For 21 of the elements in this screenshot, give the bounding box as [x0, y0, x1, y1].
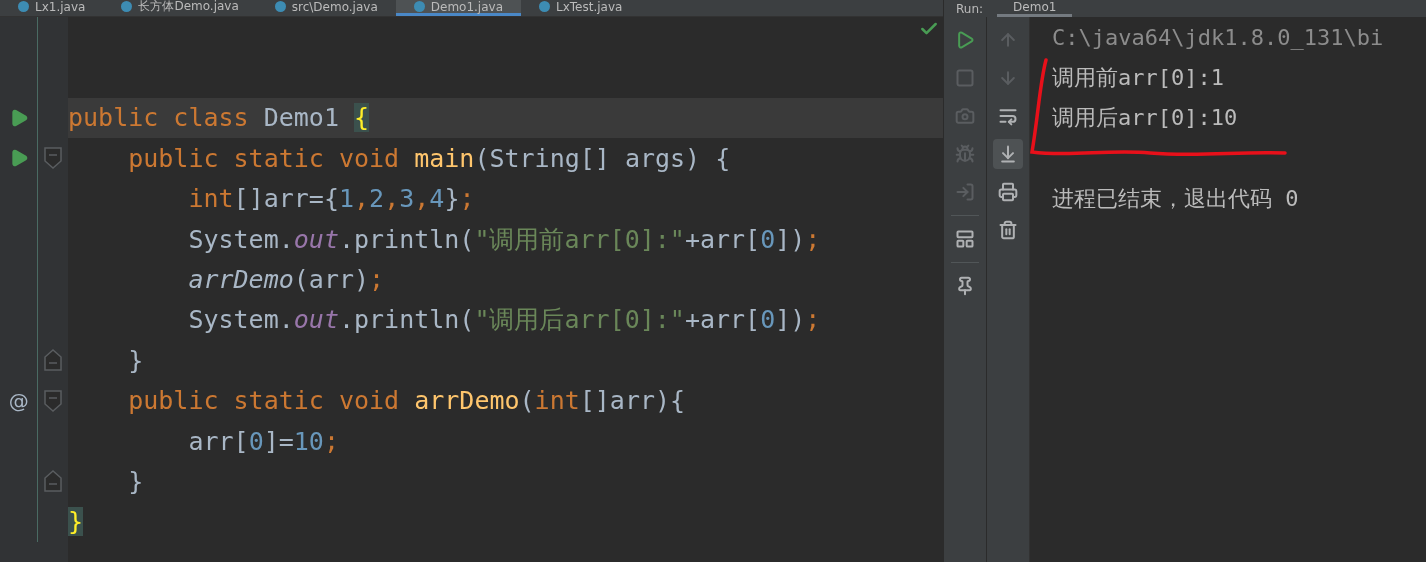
- java-file-icon: [539, 1, 550, 12]
- editor-tab[interactable]: Lx1.java: [0, 0, 104, 16]
- console-line: 调用后arr[0]:10: [1052, 103, 1239, 132]
- console-line: C:\java64\jdk1.8.0_131\bi: [1052, 23, 1385, 52]
- editor-tab[interactable]: LxTest.java: [521, 0, 641, 16]
- fold-icon[interactable]: [43, 389, 64, 412]
- editor-tab[interactable]: Demo1.java: [395, 0, 521, 16]
- console-line: 进程已结束，退出代码 0: [1052, 184, 1300, 213]
- fold-icon[interactable]: [43, 349, 64, 372]
- editor-tab[interactable]: src\Demo.java: [256, 0, 396, 16]
- editor-tab[interactable]: 长方体Demo.java: [103, 0, 257, 16]
- java-file-icon: [413, 1, 425, 12]
- java-file-icon: [274, 1, 286, 12]
- scroll-to-end-icon[interactable]: [993, 139, 1023, 169]
- override-marker[interactable]: @: [8, 388, 29, 413]
- fold-icon[interactable]: [43, 470, 64, 493]
- java-file-icon: [18, 1, 29, 12]
- java-file-icon: [121, 1, 133, 12]
- console-line: 调用前arr[0]:1: [1052, 63, 1225, 92]
- run-panel-label: Run:: [956, 1, 984, 16]
- fold-icon[interactable]: [43, 147, 64, 170]
